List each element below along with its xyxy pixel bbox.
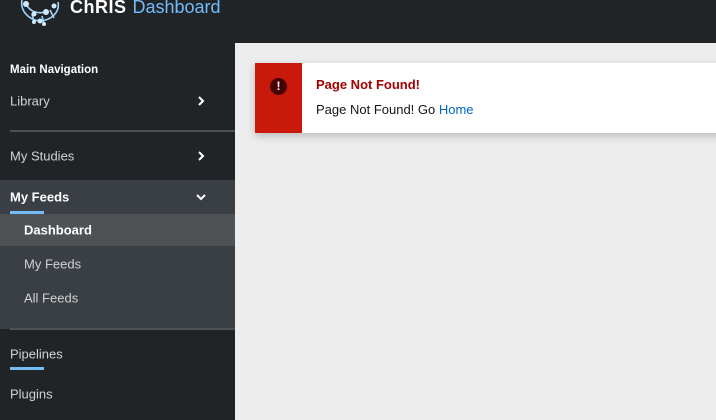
sidebar-item-label: Pipelines bbox=[10, 346, 63, 362]
main-content: ! Page Not Found! Page Not Found! Go Hom… bbox=[235, 43, 716, 420]
brand-name: ChRIS bbox=[70, 0, 127, 17]
submenu-item-label: My Feeds bbox=[24, 256, 82, 272]
sidebar-item-my-feeds[interactable]: My Feeds bbox=[0, 180, 235, 214]
page-not-found-alert: ! Page Not Found! Page Not Found! Go Hom… bbox=[255, 63, 716, 133]
chevron-down-icon bbox=[196, 194, 206, 201]
sidebar-divider bbox=[10, 328, 235, 330]
alert-message: Page Not Found! Go Home bbox=[316, 102, 474, 117]
exclamation-circle-icon: ! bbox=[270, 78, 287, 95]
nav-section-title: Main Navigation bbox=[10, 64, 99, 76]
submenu-item-all-feeds[interactable]: All Feeds bbox=[0, 282, 235, 314]
brand-wordmark: ChRIS Dashboard bbox=[70, 0, 221, 19]
sidebar-navigation: Main Navigation Library My Studies My Fe… bbox=[0, 43, 235, 420]
alert-status-bar: ! bbox=[255, 63, 302, 133]
chevron-right-icon bbox=[198, 151, 205, 161]
sidebar-item-label: Plugins bbox=[10, 386, 53, 402]
submenu-item-my-feeds[interactable]: My Feeds bbox=[0, 248, 235, 280]
sidebar-divider bbox=[10, 130, 235, 132]
alert-message-text: Page Not Found! Go bbox=[316, 102, 439, 117]
home-link[interactable]: Home bbox=[439, 102, 474, 117]
sidebar-item-pipelines[interactable]: Pipelines bbox=[0, 337, 235, 371]
submenu-item-label: All Feeds bbox=[24, 290, 79, 306]
brain-logo-icon bbox=[20, 0, 60, 26]
brand-subtitle: Dashboard bbox=[132, 0, 221, 17]
sidebar-item-label: My Studies bbox=[10, 148, 75, 164]
submenu-item-label: Dashboard bbox=[24, 222, 92, 238]
chevron-right-icon bbox=[198, 96, 205, 106]
sidebar-item-label: Library bbox=[10, 93, 50, 109]
pipelines-underline bbox=[10, 367, 44, 370]
sidebar-item-label: My Feeds bbox=[10, 189, 70, 205]
sidebar-item-my-studies[interactable]: My Studies bbox=[0, 139, 235, 173]
submenu-item-dashboard[interactable]: Dashboard bbox=[0, 214, 235, 246]
top-header: ChRIS Dashboard bbox=[0, 0, 716, 43]
feeds-submenu: Dashboard My Feeds All Feeds bbox=[0, 214, 235, 329]
sidebar-item-library[interactable]: Library bbox=[0, 84, 235, 118]
sidebar-item-plugins[interactable]: Plugins bbox=[0, 377, 235, 411]
alert-title: Page Not Found! bbox=[316, 77, 420, 92]
